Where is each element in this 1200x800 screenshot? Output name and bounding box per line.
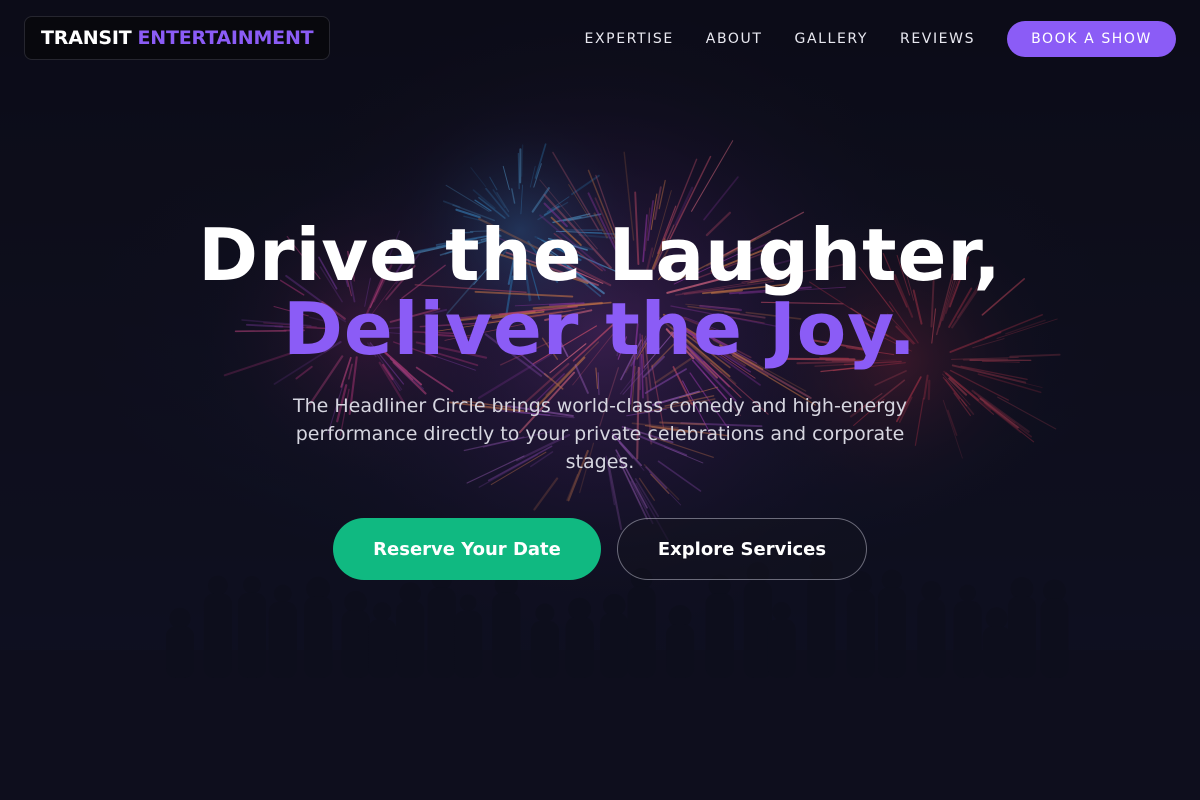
nav-links: EXPERTISE ABOUT GALLERY REVIEWS BOOK A S… [585,21,1176,57]
nav-link-gallery[interactable]: GALLERY [795,31,868,47]
reserve-your-date-button[interactable]: Reserve Your Date [333,518,601,580]
nav-link-reviews[interactable]: REVIEWS [900,31,975,47]
hero-cta-row: Reserve Your Date Explore Services [0,518,1200,580]
explore-services-button[interactable]: Explore Services [617,518,867,580]
hero-section: Drive the Laughter, Deliver the Joy. The… [0,218,1200,580]
brand-name-part1: TRANSIT [41,27,132,49]
hero-subtext: The Headliner Circle brings world-class … [292,395,908,473]
nav-link-about[interactable]: ABOUT [706,31,763,47]
book-a-show-button[interactable]: BOOK A SHOW [1007,21,1176,57]
brand-logo[interactable]: TRANSIT ENTERTAINMENT [24,16,331,60]
top-navigation: TRANSIT ENTERTAINMENT EXPERTISE ABOUT GA… [0,0,1200,78]
hero-headline: Drive the Laughter, Deliver the Joy. [0,218,1200,366]
brand-name-part2: ENTERTAINMENT [137,27,314,49]
headline-line-2: Deliver the Joy. [283,287,917,371]
headline-line-1: Drive the Laughter, [198,213,1002,297]
page: TRANSIT ENTERTAINMENT EXPERTISE ABOUT GA… [0,0,1200,800]
nav-link-expertise[interactable]: EXPERTISE [585,31,674,47]
